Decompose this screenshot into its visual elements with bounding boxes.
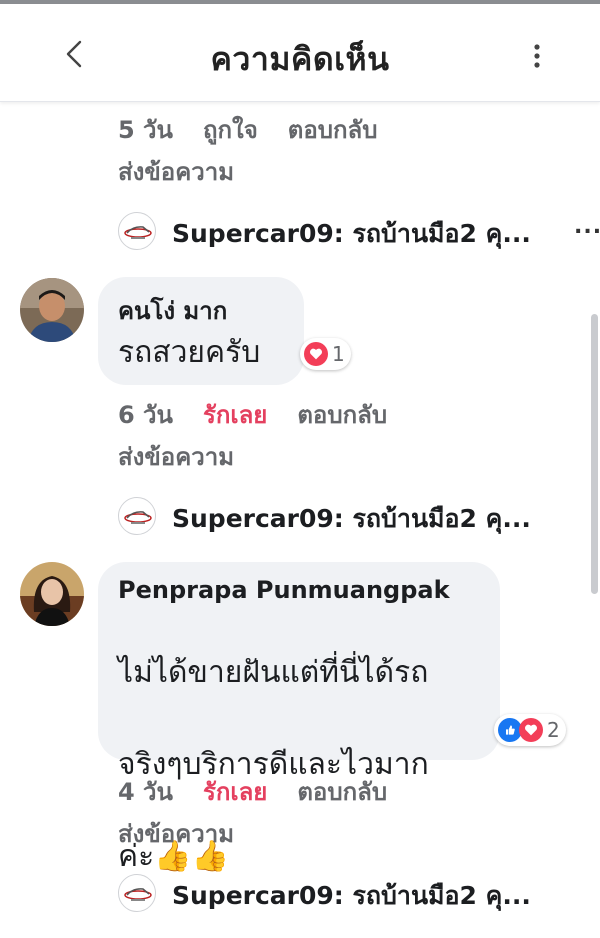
avatar[interactable]	[20, 278, 84, 342]
comment-text-line: ไม่ได้ขายฝันแต่ที่นี่ได้รถ	[118, 655, 429, 690]
page-avatar	[118, 212, 156, 250]
page-avatar	[118, 497, 156, 535]
car-logo-icon	[124, 511, 152, 524]
reaction-summary[interactable]: 2	[494, 714, 566, 746]
comment-actions: 4 วัน รักเลย ตอบกลับ	[118, 772, 417, 811]
love-button[interactable]: รักเลย	[203, 772, 267, 811]
love-reaction-icon	[519, 718, 543, 742]
reply-preview[interactable]: Supercar09: รถบ้านมือ2 คุ...	[118, 872, 578, 912]
send-message-link[interactable]: ส่งข้อความ	[118, 437, 234, 476]
reaction-count: 2	[547, 718, 560, 742]
comment-actions: 6 วัน รักเลย ตอบกลับ	[118, 395, 417, 434]
reaction-count: 1	[332, 342, 345, 366]
comment-author[interactable]: คนโง่ มาก	[118, 291, 284, 330]
send-message-link[interactable]: ส่งข้อความ	[118, 152, 234, 191]
reply-button[interactable]: ตอบกลับ	[297, 395, 387, 434]
reaction-summary[interactable]: 1	[300, 338, 351, 370]
reply-more-indicator: ...	[574, 214, 600, 239]
user-photo-icon	[20, 562, 84, 626]
comment-time: 4 วัน	[118, 778, 173, 806]
comment-time: 5 วัน	[118, 116, 173, 144]
page-avatar	[118, 874, 156, 912]
reply-preview-text: Supercar09: รถบ้านมือ2 คุ...	[172, 881, 531, 910]
scrollbar[interactable]	[591, 314, 598, 594]
comment-bubble[interactable]: Penprapa Punmuangpak ไม่ได้ขายฝันแต่ที่น…	[98, 562, 500, 874]
user-photo-icon	[20, 278, 84, 342]
reply-preview[interactable]: Supercar09: รถบ้านมือ2 คุ...	[118, 495, 578, 535]
reply-preview-text: Supercar09: รถบ้านมือ2 คุ...	[172, 504, 531, 533]
comment-bubble[interactable]: คนโง่ มาก รถสวยครับ	[98, 277, 304, 385]
avatar[interactable]	[20, 562, 84, 626]
send-message-link[interactable]: ส่งข้อความ	[118, 814, 234, 853]
reply-preview-text: Supercar09: รถบ้านมือ2 คุ...	[172, 219, 531, 248]
header-bar: ความคิดเห็น	[0, 4, 600, 102]
like-button[interactable]: ถูกใจ	[203, 110, 258, 149]
comment-text: รถสวยครับ	[118, 335, 261, 370]
reply-button[interactable]: ตอบกลับ	[288, 110, 378, 149]
car-logo-icon	[124, 888, 152, 901]
kebab-menu-icon	[534, 44, 540, 68]
comment-author[interactable]: Penprapa Punmuangpak	[118, 576, 480, 604]
reply-button[interactable]: ตอบกลับ	[297, 772, 387, 811]
comment-time: 6 วัน	[118, 401, 173, 429]
car-logo-icon	[124, 226, 152, 239]
love-reaction-icon	[304, 342, 328, 366]
page-title: ความคิดเห็น	[210, 40, 390, 78]
comment-actions: 5 วัน ถูกใจ ตอบกลับ	[118, 110, 408, 149]
reply-preview[interactable]: Supercar09: รถบ้านมือ2 คุ... ...	[118, 210, 600, 250]
more-options-button[interactable]	[522, 38, 552, 74]
love-button[interactable]: รักเลย	[203, 395, 267, 434]
